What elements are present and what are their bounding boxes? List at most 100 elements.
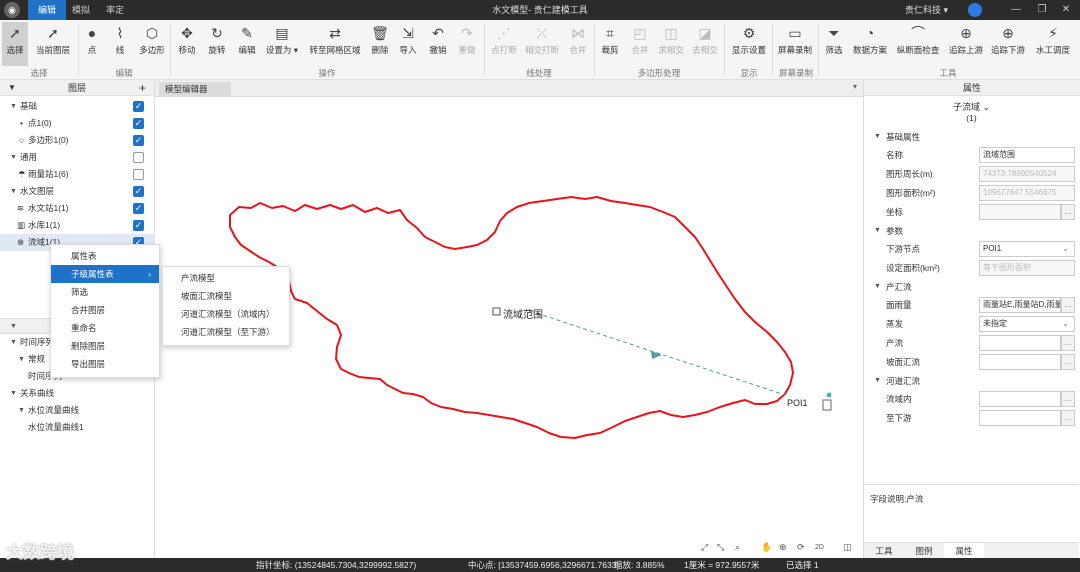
refresh-icon[interactable]: ⟳ xyxy=(797,542,805,553)
layer-item-point[interactable]: • 点1(0) ✓ xyxy=(0,115,155,132)
tree-item-stage-discharge-1[interactable]: 水位流量曲线1 xyxy=(0,419,155,436)
import-button[interactable]: ⇲ 导入 xyxy=(398,22,418,66)
down-field[interactable] xyxy=(979,410,1061,426)
close-icon[interactable]: ✕ xyxy=(1054,0,1078,20)
section-runoff[interactable]: ▼ 产汇流 xyxy=(864,278,1079,296)
layer-checkbox[interactable]: ✓ xyxy=(133,101,144,112)
layer-group-basic[interactable]: ▼ 基础 ✓ xyxy=(0,98,155,115)
expand-icon[interactable]: ▼ xyxy=(874,278,881,296)
trace-downstream-button[interactable]: ⊕ 追踪下游 xyxy=(990,22,1026,66)
set-as-button[interactable]: ▤ 设置为 ▾ xyxy=(264,22,300,66)
more-icon[interactable]: … xyxy=(1061,410,1075,426)
tab-properties[interactable]: 属性 xyxy=(944,543,984,559)
fit-extent-icon[interactable]: ⤢ xyxy=(701,542,708,553)
layer-item-rain-station[interactable]: ☂ 雨量站1(6) xyxy=(0,166,155,183)
poi-marker-icon[interactable] xyxy=(826,392,832,398)
layer-checkbox[interactable] xyxy=(133,152,144,163)
clip-button[interactable]: ⌗ 裁剪 xyxy=(600,22,620,66)
expand-icon[interactable]: ▼ xyxy=(18,402,25,419)
hydro-station-icon[interactable] xyxy=(822,399,832,411)
tab-model-editor[interactable]: 模型编辑器 xyxy=(159,82,231,96)
tree-item-relation-curve[interactable]: ▼ 关系曲线 xyxy=(0,385,155,402)
layer-item-hydro-station[interactable]: ≋ 水文站1(1) ✓ xyxy=(0,200,155,217)
menu-item-export-layer[interactable]: 导出图层 xyxy=(51,355,159,373)
submenu-item-slope-routing[interactable]: 坡面汇流模型 xyxy=(163,287,289,305)
layer-checkbox[interactable]: ✓ xyxy=(133,203,144,214)
tree-item-stage-discharge[interactable]: ▼ 水位流量曲线 xyxy=(0,402,155,419)
fullscreen-icon[interactable]: ⤡ xyxy=(717,542,724,553)
submenu-item-runoff-model[interactable]: 产流模型 xyxy=(163,269,289,287)
inner-field[interactable] xyxy=(979,391,1061,407)
user-menu[interactable]: 贵仁科技 ▾ xyxy=(905,0,948,20)
collapse-icon[interactable]: ▼ xyxy=(10,323,17,330)
evap-select[interactable]: 未指定 xyxy=(979,316,1075,332)
expand-icon[interactable]: ▼ xyxy=(874,222,881,240)
filter-button[interactable]: ⏷ 筛选 xyxy=(824,22,844,66)
layer-checkbox[interactable]: ✓ xyxy=(133,135,144,146)
set-area-input[interactable]: 等于图形面积 xyxy=(979,260,1075,276)
slope-field[interactable] xyxy=(979,354,1061,370)
chevron-down-icon[interactable]: ⌄ xyxy=(1062,240,1069,258)
menu-item-merge-layer[interactable]: 合并图层 xyxy=(51,301,159,319)
profile-check-button[interactable]: ⌒ 纵断面检查 xyxy=(896,22,940,66)
line-merge-button[interactable]: ⋈ 合并 xyxy=(568,22,588,66)
runoff-field[interactable] xyxy=(979,335,1061,351)
tab-tools[interactable]: 工具 xyxy=(864,543,904,559)
layer-item-polygon[interactable]: ○ 多边形1(0) ✓ xyxy=(0,132,155,149)
add-layer-icon[interactable]: + xyxy=(139,80,146,96)
menu-tab-simulate[interactable]: 模拟 xyxy=(62,0,100,20)
menu-item-rename[interactable]: 重命名 xyxy=(51,319,159,337)
more-icon[interactable]: … xyxy=(1061,297,1075,313)
rotate-button[interactable]: ↻ 旋转 xyxy=(206,22,228,66)
layer-checkbox[interactable] xyxy=(133,169,144,180)
data-scheme-button[interactable]: ◔ 数据方案 xyxy=(852,22,888,66)
goto-grid-button[interactable]: ⇄ 转至网格区域 xyxy=(308,22,362,66)
menu-tab-calibrate[interactable]: 率定 xyxy=(96,0,134,20)
expand-icon[interactable]: ▼ xyxy=(10,183,17,200)
point-button[interactable]: ● 点 xyxy=(82,22,102,66)
layer-group-common[interactable]: ▼ 通用 xyxy=(0,149,155,166)
more-icon[interactable]: … xyxy=(1061,335,1075,351)
expand-icon[interactable]: ▼ xyxy=(874,372,881,390)
downstream-select[interactable]: POI1 xyxy=(979,241,1075,257)
layer-checkbox[interactable]: ✓ xyxy=(133,118,144,129)
more-icon[interactable]: … xyxy=(1061,204,1075,220)
expand-icon[interactable]: ▼ xyxy=(10,334,17,351)
zoom-out-icon[interactable]: ⌕ xyxy=(735,542,740,553)
expand-icon[interactable]: ▼ xyxy=(18,351,25,368)
move-button[interactable]: ✥ 移动 xyxy=(176,22,198,66)
undo-button[interactable]: ↶ 撤销 xyxy=(428,22,448,66)
delete-button[interactable]: 🗑 删除 xyxy=(370,22,390,66)
edit-button[interactable]: ✎ 编辑 xyxy=(236,22,258,66)
submenu-item-channel-downstream[interactable]: 河道汇流模型（至下游） xyxy=(163,323,289,341)
name-field[interactable]: 流域范围 xyxy=(979,147,1075,163)
current-layer-button[interactable]: ➚ 当前图层 xyxy=(32,22,74,66)
minimize-icon[interactable]: — xyxy=(1004,0,1028,20)
line-button[interactable]: ⌇ 线 xyxy=(110,22,130,66)
zoom-in-icon[interactable]: ⊕ xyxy=(779,542,787,553)
trace-upstream-button[interactable]: ⊕ 追踪上游 xyxy=(948,22,984,66)
polygon-merge-button[interactable]: ◰ 合并 xyxy=(630,22,650,66)
point-break-button[interactable]: ⋰ 点打断 xyxy=(490,22,518,66)
section-basic[interactable]: ▼ 基础属性 xyxy=(864,128,1079,146)
intersect-button[interactable]: ◫ 求相交 xyxy=(658,22,684,66)
submenu-item-channel-inner[interactable]: 河道汇流模型（流域内） xyxy=(163,305,289,323)
menu-item-delete-layer[interactable]: 删除图层 xyxy=(51,337,159,355)
layer-checkbox[interactable]: ✓ xyxy=(133,220,144,231)
chevron-down-icon[interactable]: ⌄ xyxy=(1062,315,1069,333)
expand-icon[interactable]: ▼ xyxy=(10,385,17,402)
menu-item-child-attribute-table[interactable]: 子级属性表 › xyxy=(51,265,159,283)
hydraulic-dispatch-button[interactable]: ⚡ 水工调度 xyxy=(1034,22,1072,66)
view-2d-button[interactable]: 2D xyxy=(815,544,824,551)
rainfall-field[interactable]: 雨量站E,雨量站D,雨量 xyxy=(979,297,1061,313)
section-channel[interactable]: ▼ 河道汇流 xyxy=(864,372,1079,390)
more-icon[interactable]: … xyxy=(1061,391,1075,407)
layer-item-reservoir[interactable]: ▥ 水库1(1) ✓ xyxy=(0,217,155,234)
avatar[interactable] xyxy=(968,3,982,17)
restore-icon[interactable]: ❐ xyxy=(1030,0,1054,20)
expand-icon[interactable]: ▼ xyxy=(10,149,17,166)
menu-item-attribute-table[interactable]: 属性表 xyxy=(51,247,159,265)
expand-icon[interactable]: ▼ xyxy=(10,98,17,115)
section-params[interactable]: ▼ 参数 xyxy=(864,222,1079,240)
tab-legend[interactable]: 图例 xyxy=(904,543,944,559)
